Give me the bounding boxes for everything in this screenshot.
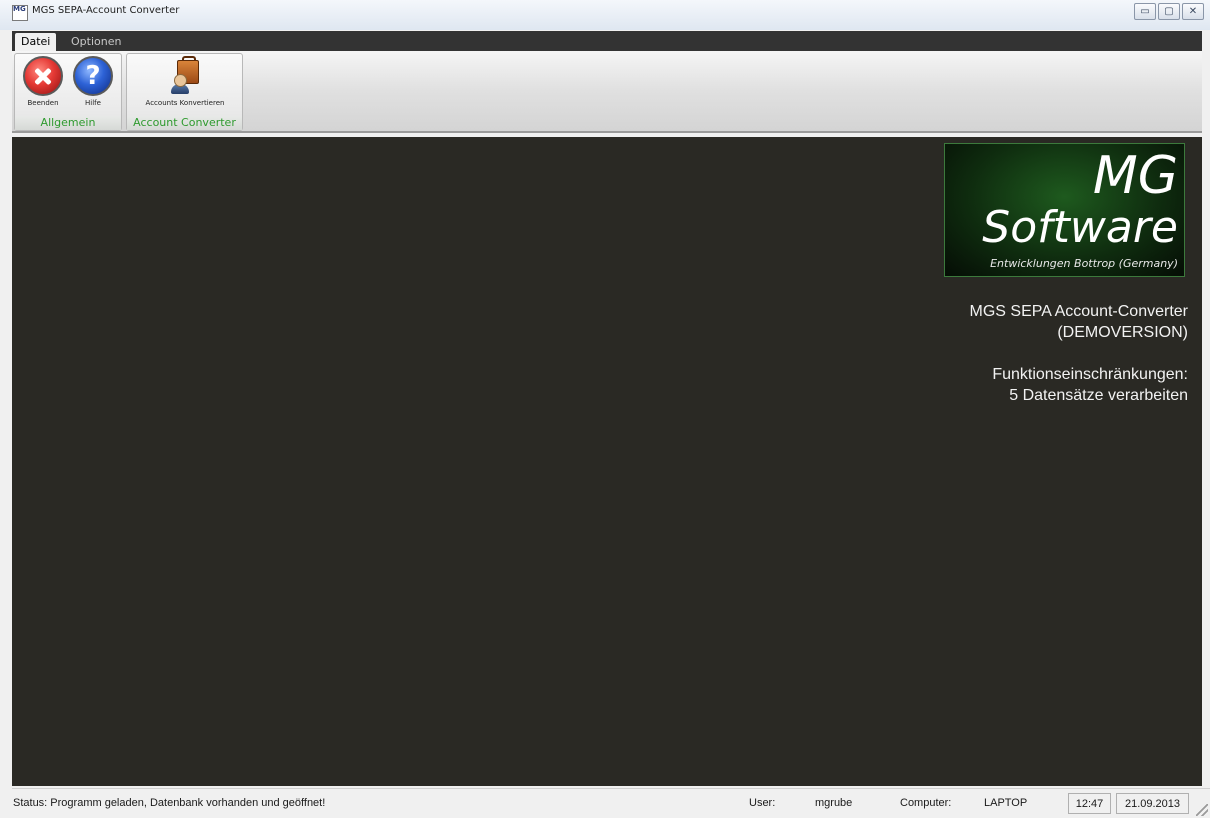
app-window: MG MGS SEPA-Account Converter ▭ ▢ ✕ Date…: [0, 0, 1210, 818]
accounts-konvertieren-button[interactable]: Accounts Konvertieren: [135, 56, 235, 107]
status-text: Status: Programm geladen, Datenbank vorh…: [13, 797, 326, 809]
account-converter-icon: [165, 56, 205, 96]
ribbon-group-allgemein: Beenden ? Hilfe Allgemein: [14, 53, 122, 131]
window-controls: ▭ ▢ ✕: [1132, 3, 1204, 20]
user-label: User:: [749, 797, 776, 809]
resize-grip[interactable]: [1196, 804, 1208, 816]
limitation-info: Funktionseinschränkungen: 5 Datensätze v…: [992, 364, 1188, 406]
computer-label: Computer:: [900, 797, 952, 809]
logo-subtitle: Entwicklungen Bottrop (Germany): [990, 257, 1178, 270]
ribbon-toolbar: Beenden ? Hilfe Allgemein Accounts Konve…: [12, 51, 1202, 133]
app-icon[interactable]: MG: [12, 5, 28, 21]
exit-icon: [23, 56, 63, 96]
beenden-label: Beenden: [27, 99, 59, 107]
main-content-area: MG Software Entwicklungen Bottrop (Germa…: [12, 137, 1202, 786]
group-label-account-converter: Account Converter: [127, 116, 242, 130]
minimize-button[interactable]: ▭: [1134, 3, 1156, 20]
status-bar: Status: Programm geladen, Datenbank vorh…: [12, 788, 1210, 818]
window-title: MGS SEPA-Account Converter: [32, 5, 180, 16]
accounts-konvertieren-label: Accounts Konvertieren: [145, 99, 225, 107]
ribbon-group-account-converter: Accounts Konvertieren Account Converter: [126, 53, 243, 131]
product-name: MGS SEPA Account-Converter: [969, 303, 1188, 320]
logo-mg: MG: [1092, 146, 1178, 206]
product-info: MGS SEPA Account-Converter (DEMOVERSION): [970, 301, 1188, 343]
group-label-allgemein: Allgemein: [15, 116, 121, 130]
status-time: 12:47: [1068, 793, 1111, 814]
product-edition: (DEMOVERSION): [1057, 324, 1188, 341]
menu-tab-bar: Datei Optionen: [12, 31, 1202, 51]
title-bar[interactable]: MG MGS SEPA-Account Converter ▭ ▢ ✕: [0, 0, 1210, 30]
limitation-detail: 5 Datensätze verarbeiten: [1009, 387, 1188, 404]
mg-software-logo: MG Software Entwicklungen Bottrop (Germa…: [944, 143, 1185, 277]
tab-optionen[interactable]: Optionen: [65, 33, 127, 51]
beenden-button[interactable]: Beenden: [23, 56, 63, 107]
hilfe-button[interactable]: ? Hilfe: [73, 56, 113, 107]
limitation-heading: Funktionseinschränkungen:: [992, 366, 1188, 383]
computer-value: LAPTOP: [984, 797, 1028, 809]
status-date: 21.09.2013: [1116, 793, 1189, 814]
maximize-button[interactable]: ▢: [1158, 3, 1180, 20]
user-value: mgrube: [815, 797, 853, 809]
hilfe-label: Hilfe: [85, 99, 101, 107]
tab-datei[interactable]: Datei: [15, 33, 57, 51]
help-icon: ?: [73, 56, 113, 96]
logo-software: Software: [982, 202, 1178, 253]
close-window-button[interactable]: ✕: [1182, 3, 1204, 20]
